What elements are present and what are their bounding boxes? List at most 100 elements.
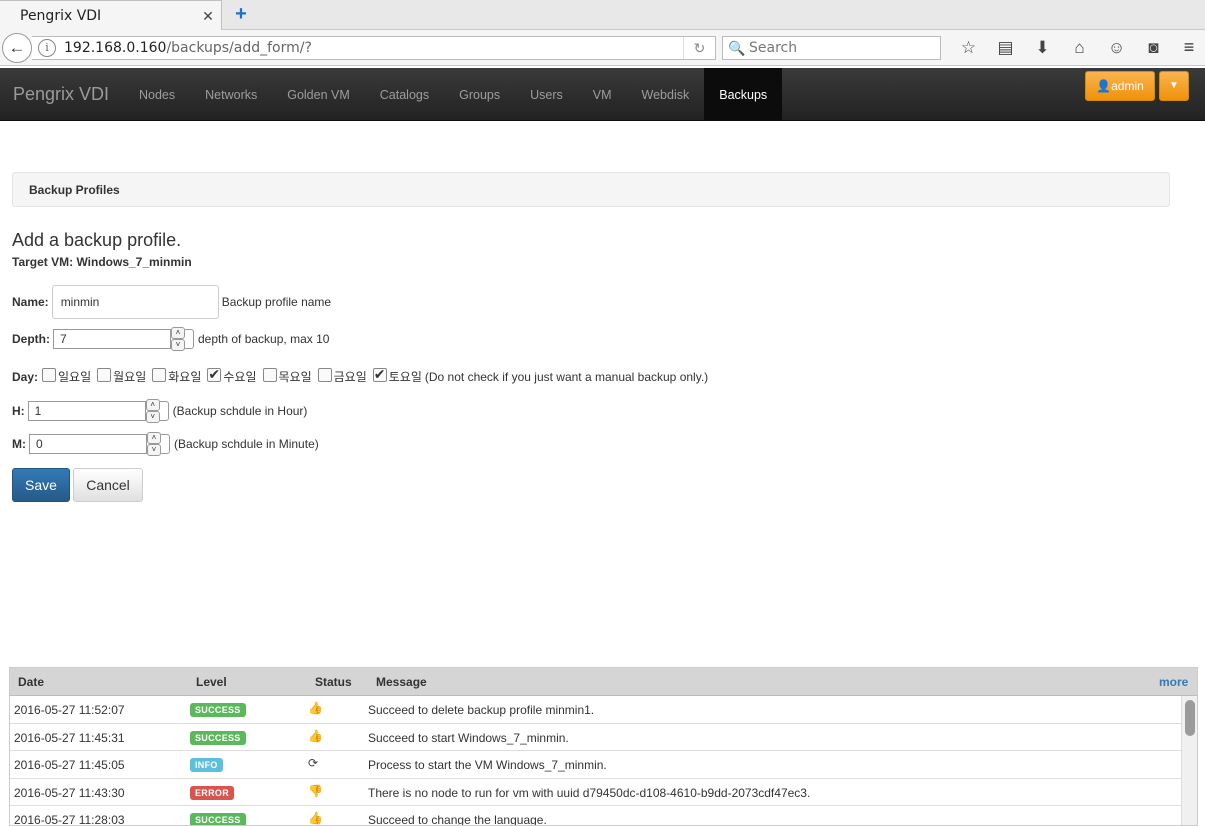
minute-row: M: 0 ˄ ˅ (Backup schdule in Minute) xyxy=(12,432,319,456)
nav-users[interactable]: Users xyxy=(515,68,578,121)
level-badge-text: INFO xyxy=(190,758,223,772)
level-badge-text: SUCCESS xyxy=(190,703,246,717)
spin-up-icon[interactable]: ˄ xyxy=(147,432,161,444)
day-checkbox-thu[interactable] xyxy=(262,367,277,382)
nav-webdisk[interactable]: Webdisk xyxy=(627,68,705,121)
save-button[interactable]: Save xyxy=(12,468,70,502)
back-arrow-icon[interactable]: ← xyxy=(2,33,32,63)
nav-nodes[interactable]: Nodes xyxy=(124,68,190,121)
name-input[interactable]: minmin xyxy=(51,285,219,319)
more-link[interactable]: more xyxy=(1159,675,1188,689)
thumbs-down-icon: 👎 xyxy=(308,783,323,798)
minute-input[interactable]: 0 xyxy=(29,434,147,454)
hamburger-menu-icon[interactable]: ≡ xyxy=(1177,37,1201,59)
brand-logo[interactable]: Pengrix VDI xyxy=(13,68,109,121)
thumbs-up-icon: 👍 xyxy=(308,728,323,743)
level-badge-text: SUCCESS xyxy=(190,813,246,825)
admin-button[interactable]: 👤admin xyxy=(1085,71,1155,101)
col-date: Date xyxy=(18,675,45,689)
row-date: 2016-05-27 11:45:05 xyxy=(14,758,125,772)
reading-list-icon[interactable]: ▤ xyxy=(987,36,1024,60)
log-scrollbar[interactable] xyxy=(1181,696,1197,825)
day-checkbox-fri[interactable] xyxy=(317,367,332,382)
day-checkbox-tue[interactable] xyxy=(152,367,167,382)
tab-title: Pengrix VDI xyxy=(20,8,102,24)
row-message: Succeed to delete backup profile minmin1… xyxy=(368,703,595,717)
minute-label: M: xyxy=(12,437,26,451)
day-row: Day: 일요일 월요일 화요일 수요일 목요일 금요일 토요일 (Do not… xyxy=(12,366,709,385)
target-vm: Target VM: Windows_7_minmin xyxy=(12,255,192,269)
table-row: 2016-05-27 11:43:30 ERROR 👎 There is no nod… xyxy=(10,779,1197,806)
scrollbar-thumb[interactable] xyxy=(1185,700,1195,736)
search-icon: 🔍 xyxy=(728,39,746,56)
minute-hint: (Backup schdule in Minute) xyxy=(174,437,319,451)
url-path: /backups/add_form/? xyxy=(166,40,312,56)
url-bar[interactable]: i 192.168.0.160/backups/add_form/? ↻ xyxy=(32,36,716,60)
hour-stepper[interactable]: ˄ ˅ xyxy=(145,399,160,423)
row-date: 2016-05-27 11:45:31 xyxy=(14,730,125,745)
url-text[interactable]: 192.168.0.160/backups/add_form/? xyxy=(64,40,683,56)
spin-down-icon[interactable]: ˅ xyxy=(145,411,160,423)
day-label: Day: xyxy=(12,369,39,384)
hour-input[interactable]: 1 xyxy=(27,401,146,421)
new-tab-icon[interactable]: + xyxy=(232,4,250,24)
nav-golden-vm[interactable]: Golden VM xyxy=(272,68,365,121)
smiley-icon[interactable]: ☺ xyxy=(1098,36,1135,60)
table-body: 2016-05-27 11:52:07 SUCCESS 👍 Succeed to de… xyxy=(10,696,1197,826)
info-icon[interactable]: i xyxy=(38,39,56,57)
reload-icon[interactable]: ↻ xyxy=(683,37,715,59)
cancel-button[interactable]: Cancel xyxy=(73,468,143,502)
row-date: 2016-05-27 11:52:07 xyxy=(14,703,125,717)
admin-dropdown-toggle[interactable]: ▼ xyxy=(1159,71,1189,101)
day-name: 목요일 xyxy=(278,370,312,384)
col-message: Message xyxy=(376,675,427,689)
browser-tabbar: Pengrix VDI ✕ + xyxy=(0,0,1205,31)
depth-hint: depth of backup, max 10 xyxy=(198,332,330,346)
row-message: Succeed to change the language. xyxy=(368,813,547,826)
home-icon[interactable]: ⌂ xyxy=(1061,36,1098,60)
form-title: Add a backup profile. xyxy=(12,230,182,250)
depth-row: Depth: 7 ˄ ˅ depth of backup, max 10 xyxy=(12,327,329,351)
day-name: 일요일 xyxy=(58,370,92,384)
browser-toolbar: ← i 192.168.0.160/backups/add_form/? ↻ 🔍… xyxy=(0,30,1205,66)
day-name: 금요일 xyxy=(333,370,367,384)
minute-stepper[interactable]: ˄ ˅ xyxy=(147,432,161,456)
download-icon[interactable]: ⬇ xyxy=(1024,36,1061,60)
name-label: Name: xyxy=(12,295,49,309)
browser-tab[interactable]: Pengrix VDI ✕ xyxy=(0,0,222,31)
level-badge-text: ERROR xyxy=(190,785,235,800)
table-row: 2016-05-27 11:28:03 SUCCESS 👍 Succeed to ch… xyxy=(10,806,1197,826)
level-badge: SUCCESS xyxy=(190,702,246,717)
depth-stepper[interactable]: ˄ ˅ xyxy=(171,327,185,351)
nav-backups[interactable]: Backups xyxy=(704,68,783,121)
nav-catalogs[interactable]: Catalogs xyxy=(365,68,444,121)
spin-down-icon[interactable]: ˅ xyxy=(147,444,161,456)
app-navbar: Pengrix VDI Nodes Networks Golden VM Cat… xyxy=(0,68,1205,121)
nav-networks[interactable]: Networks xyxy=(190,68,272,121)
spin-up-icon[interactable]: ˄ xyxy=(145,399,160,411)
row-date: 2016-05-27 11:43:30 xyxy=(14,785,125,800)
day-checkbox-wed[interactable] xyxy=(207,366,222,383)
close-tab-icon[interactable]: ✕ xyxy=(195,8,221,25)
search-bar[interactable]: 🔍 Search xyxy=(722,36,941,60)
row-message: Process to start the VM Windows_7_minmin… xyxy=(368,758,607,772)
nav-vm[interactable]: VM xyxy=(578,68,627,121)
level-badge: SUCCESS xyxy=(190,812,246,825)
depth-label: Depth: xyxy=(12,332,50,346)
day-checkbox-mon[interactable] xyxy=(97,367,112,382)
table-header: Date Level Status Message more xyxy=(10,668,1197,696)
day-name: 화요일 xyxy=(168,370,202,384)
day-checkbox-sat[interactable] xyxy=(372,366,387,383)
spin-down-icon[interactable]: ˅ xyxy=(171,339,185,351)
nav-groups[interactable]: Groups xyxy=(444,68,515,121)
day-name: 월요일 xyxy=(113,370,147,384)
day-checkbox-sun[interactable] xyxy=(42,367,57,382)
bookmark-star-icon[interactable]: ☆ xyxy=(950,36,987,60)
table-row: 2016-05-27 11:52:07 SUCCESS 👍 Succeed to de… xyxy=(10,696,1197,724)
depth-input[interactable]: 7 xyxy=(53,329,171,349)
admin-label: admin xyxy=(1111,79,1144,93)
refresh-icon: ⟳ xyxy=(308,756,319,770)
pocket-icon[interactable]: ◙ xyxy=(1135,36,1172,60)
day-hint: (Do not check if you just want a manual … xyxy=(424,369,709,384)
spin-up-icon[interactable]: ˄ xyxy=(171,327,185,339)
